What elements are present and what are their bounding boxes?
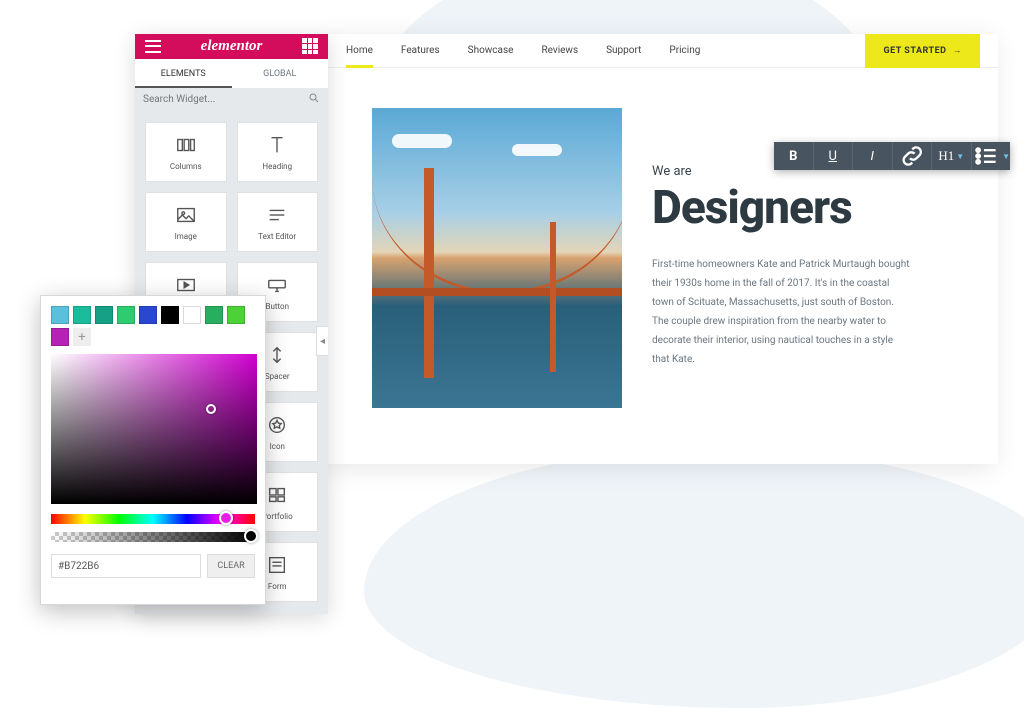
hue-slider[interactable] (51, 514, 255, 524)
bold-button[interactable]: B (774, 142, 814, 170)
search-icon[interactable] (308, 92, 320, 107)
widget-label: Button (265, 302, 289, 311)
panel-tabs: ELEMENTS GLOBAL (135, 59, 328, 89)
preview-nav: Home Features Showcase Reviews Support P… (328, 34, 998, 68)
get-started-button[interactable]: GET STARTED → (865, 34, 980, 68)
hero-image (372, 108, 622, 408)
underline-button[interactable]: U (814, 142, 854, 170)
nav-home[interactable]: Home (346, 45, 373, 56)
alpha-handle[interactable] (244, 529, 258, 543)
swatch[interactable] (51, 306, 69, 324)
apps-icon[interactable] (302, 38, 318, 54)
video-icon (175, 274, 197, 296)
portfolio-icon (266, 484, 288, 506)
alpha-slider[interactable] (51, 532, 255, 542)
preview-body: We are Designers First-time homeowners K… (328, 68, 998, 448)
search-input[interactable] (143, 94, 308, 105)
hue-handle[interactable] (219, 511, 233, 525)
image-icon (175, 204, 197, 226)
heading-icon (266, 134, 288, 156)
widget-label: Form (268, 582, 287, 591)
star-icon (266, 414, 288, 436)
swatch-selected[interactable] (51, 328, 69, 346)
widget-label: Text Editor (258, 232, 296, 241)
nav-features[interactable]: Features (401, 45, 440, 56)
link-button[interactable] (893, 142, 933, 170)
swatch[interactable] (117, 306, 135, 324)
widget-label: Icon (270, 442, 285, 451)
tab-elements[interactable]: ELEMENTS (135, 59, 232, 88)
decorative-blob-bottom (364, 448, 1024, 708)
tab-global[interactable]: GLOBAL (232, 59, 329, 88)
hero-paragraph[interactable]: First-time homeowners Kate and Patrick M… (652, 255, 912, 369)
swatch[interactable] (227, 306, 245, 324)
swatch-row: + (51, 306, 255, 346)
panel-header: elementor (135, 34, 328, 59)
text-editor-icon (266, 204, 288, 226)
add-swatch-button[interactable]: + (73, 328, 91, 346)
widget-label: Heading (262, 162, 292, 171)
widget-columns[interactable]: Columns (145, 122, 227, 182)
swatch[interactable] (95, 306, 113, 324)
widget-label: Columns (170, 162, 202, 171)
nav-pricing[interactable]: Pricing (669, 45, 700, 56)
swatch[interactable] (139, 306, 157, 324)
brand-logo: elementor (201, 38, 263, 55)
page-preview: Home Features Showcase Reviews Support P… (328, 34, 998, 464)
form-icon (266, 554, 288, 576)
cta-label: GET STARTED (883, 46, 946, 56)
widget-image[interactable]: Image (145, 192, 227, 252)
swatch[interactable] (205, 306, 223, 324)
widget-label: Portfolio (262, 512, 293, 521)
arrow-right-icon: → (953, 45, 963, 56)
format-toolbar: B U I H1▼ ▼ (774, 142, 1010, 170)
nav-support[interactable]: Support (606, 45, 641, 56)
swatch[interactable] (161, 306, 179, 324)
color-picker: + CLEAR (40, 295, 266, 605)
list-dropdown[interactable]: ▼ (972, 142, 1011, 170)
picker-footer: CLEAR (51, 554, 255, 578)
button-icon (266, 274, 288, 296)
swatch[interactable] (183, 306, 201, 324)
saturation-handle[interactable] (206, 404, 216, 414)
hex-input[interactable] (51, 554, 201, 578)
widget-text-editor[interactable]: Text Editor (237, 192, 319, 252)
columns-icon (175, 134, 197, 156)
widget-search (135, 89, 328, 110)
widget-label: Spacer (265, 372, 290, 381)
saturation-area[interactable] (51, 354, 257, 504)
clear-button[interactable]: CLEAR (207, 554, 255, 578)
widget-label: Image (175, 232, 197, 241)
spacer-icon (266, 344, 288, 366)
swatch[interactable] (73, 306, 91, 324)
heading-dropdown[interactable]: H1▼ (932, 142, 972, 170)
nav-reviews[interactable]: Reviews (541, 45, 578, 56)
panel-collapse-handle[interactable]: ◂ (316, 326, 328, 356)
nav-showcase[interactable]: Showcase (468, 45, 514, 56)
italic-button[interactable]: I (853, 142, 893, 170)
hero-heading[interactable]: Designers (652, 181, 954, 235)
widget-heading[interactable]: Heading (237, 122, 319, 182)
menu-icon[interactable] (145, 38, 161, 54)
